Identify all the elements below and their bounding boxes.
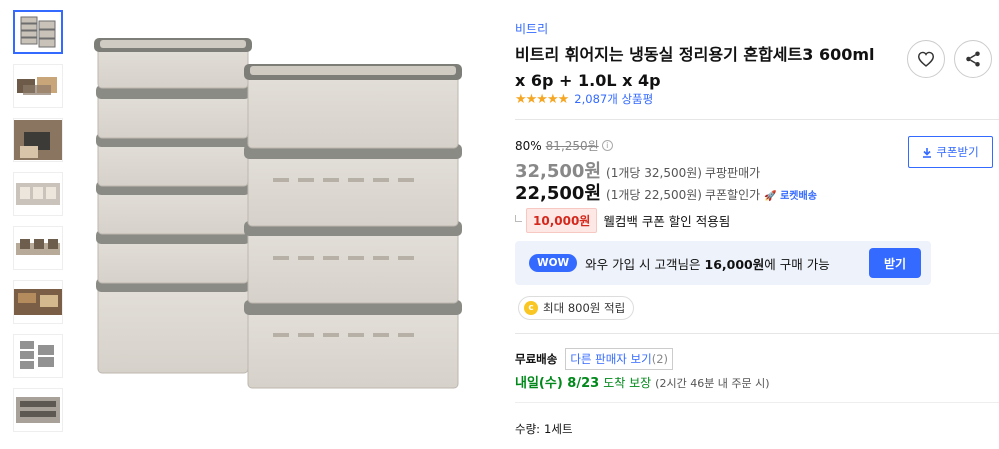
- thumbnail-list: [13, 10, 65, 442]
- welcome-coupon-text: 웰컴백 쿠폰 할인 적용됨: [603, 214, 731, 229]
- rating-row: ★★★★★ 2,087개 상품평: [515, 91, 653, 107]
- original-price: 81,250원: [545, 139, 599, 153]
- thumbnail-4[interactable]: [13, 172, 63, 216]
- coin-icon: c: [524, 301, 538, 315]
- heart-icon: [917, 51, 935, 67]
- delivery-note: (2시간 46분 내 주문 시): [655, 377, 770, 390]
- other-sellers-count: (2): [651, 352, 668, 366]
- thumbnail-3[interactable]: [13, 118, 63, 162]
- quantity-row: 수량: 1세트: [515, 421, 573, 437]
- quantity-value: 1세트: [544, 422, 573, 436]
- thumbnail-1[interactable]: [13, 10, 63, 54]
- thumbnail-7[interactable]: [13, 334, 63, 378]
- wow-membership-box: WOW 와우 가입 시 고객님은 16,000원에 구매 가능 받기: [515, 241, 931, 285]
- brand-link[interactable]: 비트리: [515, 20, 548, 37]
- delivery-date: 내일(수) 8/23: [515, 376, 600, 391]
- download-icon: [923, 147, 932, 158]
- wow-text-suffix: 에 구매 가능: [764, 256, 830, 272]
- coupon-price: 22,500원: [515, 183, 602, 204]
- product-info-panel: 비트리 비트리 휘어지는 냉동실 정리용기 혼합세트3 600ml x 6p +…: [515, 0, 999, 449]
- thumbnail-8[interactable]: [13, 388, 63, 432]
- delivery-guarantee: 도착 보장: [603, 376, 652, 390]
- share-button[interactable]: [954, 40, 992, 78]
- coupon-unit-price: (1개당 22,500원): [606, 188, 702, 202]
- wow-text: 와우 가입 시 고객님은 16,000원에 구매 가능: [585, 254, 830, 273]
- other-sellers-button[interactable]: 다른 판매자 보기(2): [565, 348, 673, 370]
- coupon-price-label: 쿠폰할인가: [704, 188, 761, 202]
- divider: [515, 333, 999, 334]
- quantity-label: 수량:: [515, 422, 541, 436]
- thumbnail-5[interactable]: [13, 226, 63, 270]
- delivery-row: 내일(수) 8/23 도착 보장 (2시간 46분 내 주문 시): [515, 372, 770, 391]
- divider: [515, 402, 999, 403]
- main-product-image: [88, 28, 473, 408]
- corner-connector: [515, 215, 522, 222]
- welcome-coupon-badge: 10,000원: [526, 208, 598, 233]
- coupon-price-row: 22,500원 (1개당 22,500원) 쿠폰할인가 🚀 로켓배송: [515, 179, 817, 205]
- coupon-download-button[interactable]: 쿠폰받기: [908, 136, 993, 168]
- other-sellers-label: 다른 판매자 보기: [570, 352, 652, 366]
- rocket-delivery-badge: 🚀 로켓배송: [764, 191, 817, 202]
- thumbnail-6[interactable]: [13, 280, 63, 324]
- rocket-label: 로켓배송: [780, 191, 817, 202]
- wow-amount: 16,000원: [704, 256, 765, 272]
- shipping-label: 무료배송: [515, 352, 558, 366]
- wow-text-prefix: 와우 가입 시 고객님은: [585, 256, 701, 272]
- wow-badge: WOW: [529, 254, 578, 272]
- wishlist-button[interactable]: [907, 40, 945, 78]
- share-icon: [966, 51, 980, 67]
- star-rating: ★★★★★: [515, 91, 569, 107]
- thumbnail-2[interactable]: [13, 64, 63, 108]
- product-title: 비트리 휘어지는 냉동실 정리용기 혼합세트3 600ml x 6p + 1.0…: [515, 45, 875, 90]
- cashback-pill: c 최대 800원 적립: [518, 296, 635, 320]
- divider: [515, 119, 999, 120]
- review-count-link[interactable]: 2,087개 상품평: [574, 91, 653, 107]
- welcome-coupon-row: 10,000원 웰컴백 쿠폰 할인 적용됨: [515, 208, 730, 233]
- coupon-button-label: 쿠폰받기: [936, 145, 979, 159]
- cashback-text: 최대 800원 적립: [543, 301, 626, 315]
- info-icon[interactable]: i: [601, 140, 613, 151]
- wow-receive-button[interactable]: 받기: [869, 248, 921, 278]
- discount-rate: 80%: [515, 138, 542, 153]
- shipping-row: 무료배송 다른 판매자 보기(2): [515, 348, 673, 370]
- discount-row: 80% 81,250원 i: [515, 137, 613, 154]
